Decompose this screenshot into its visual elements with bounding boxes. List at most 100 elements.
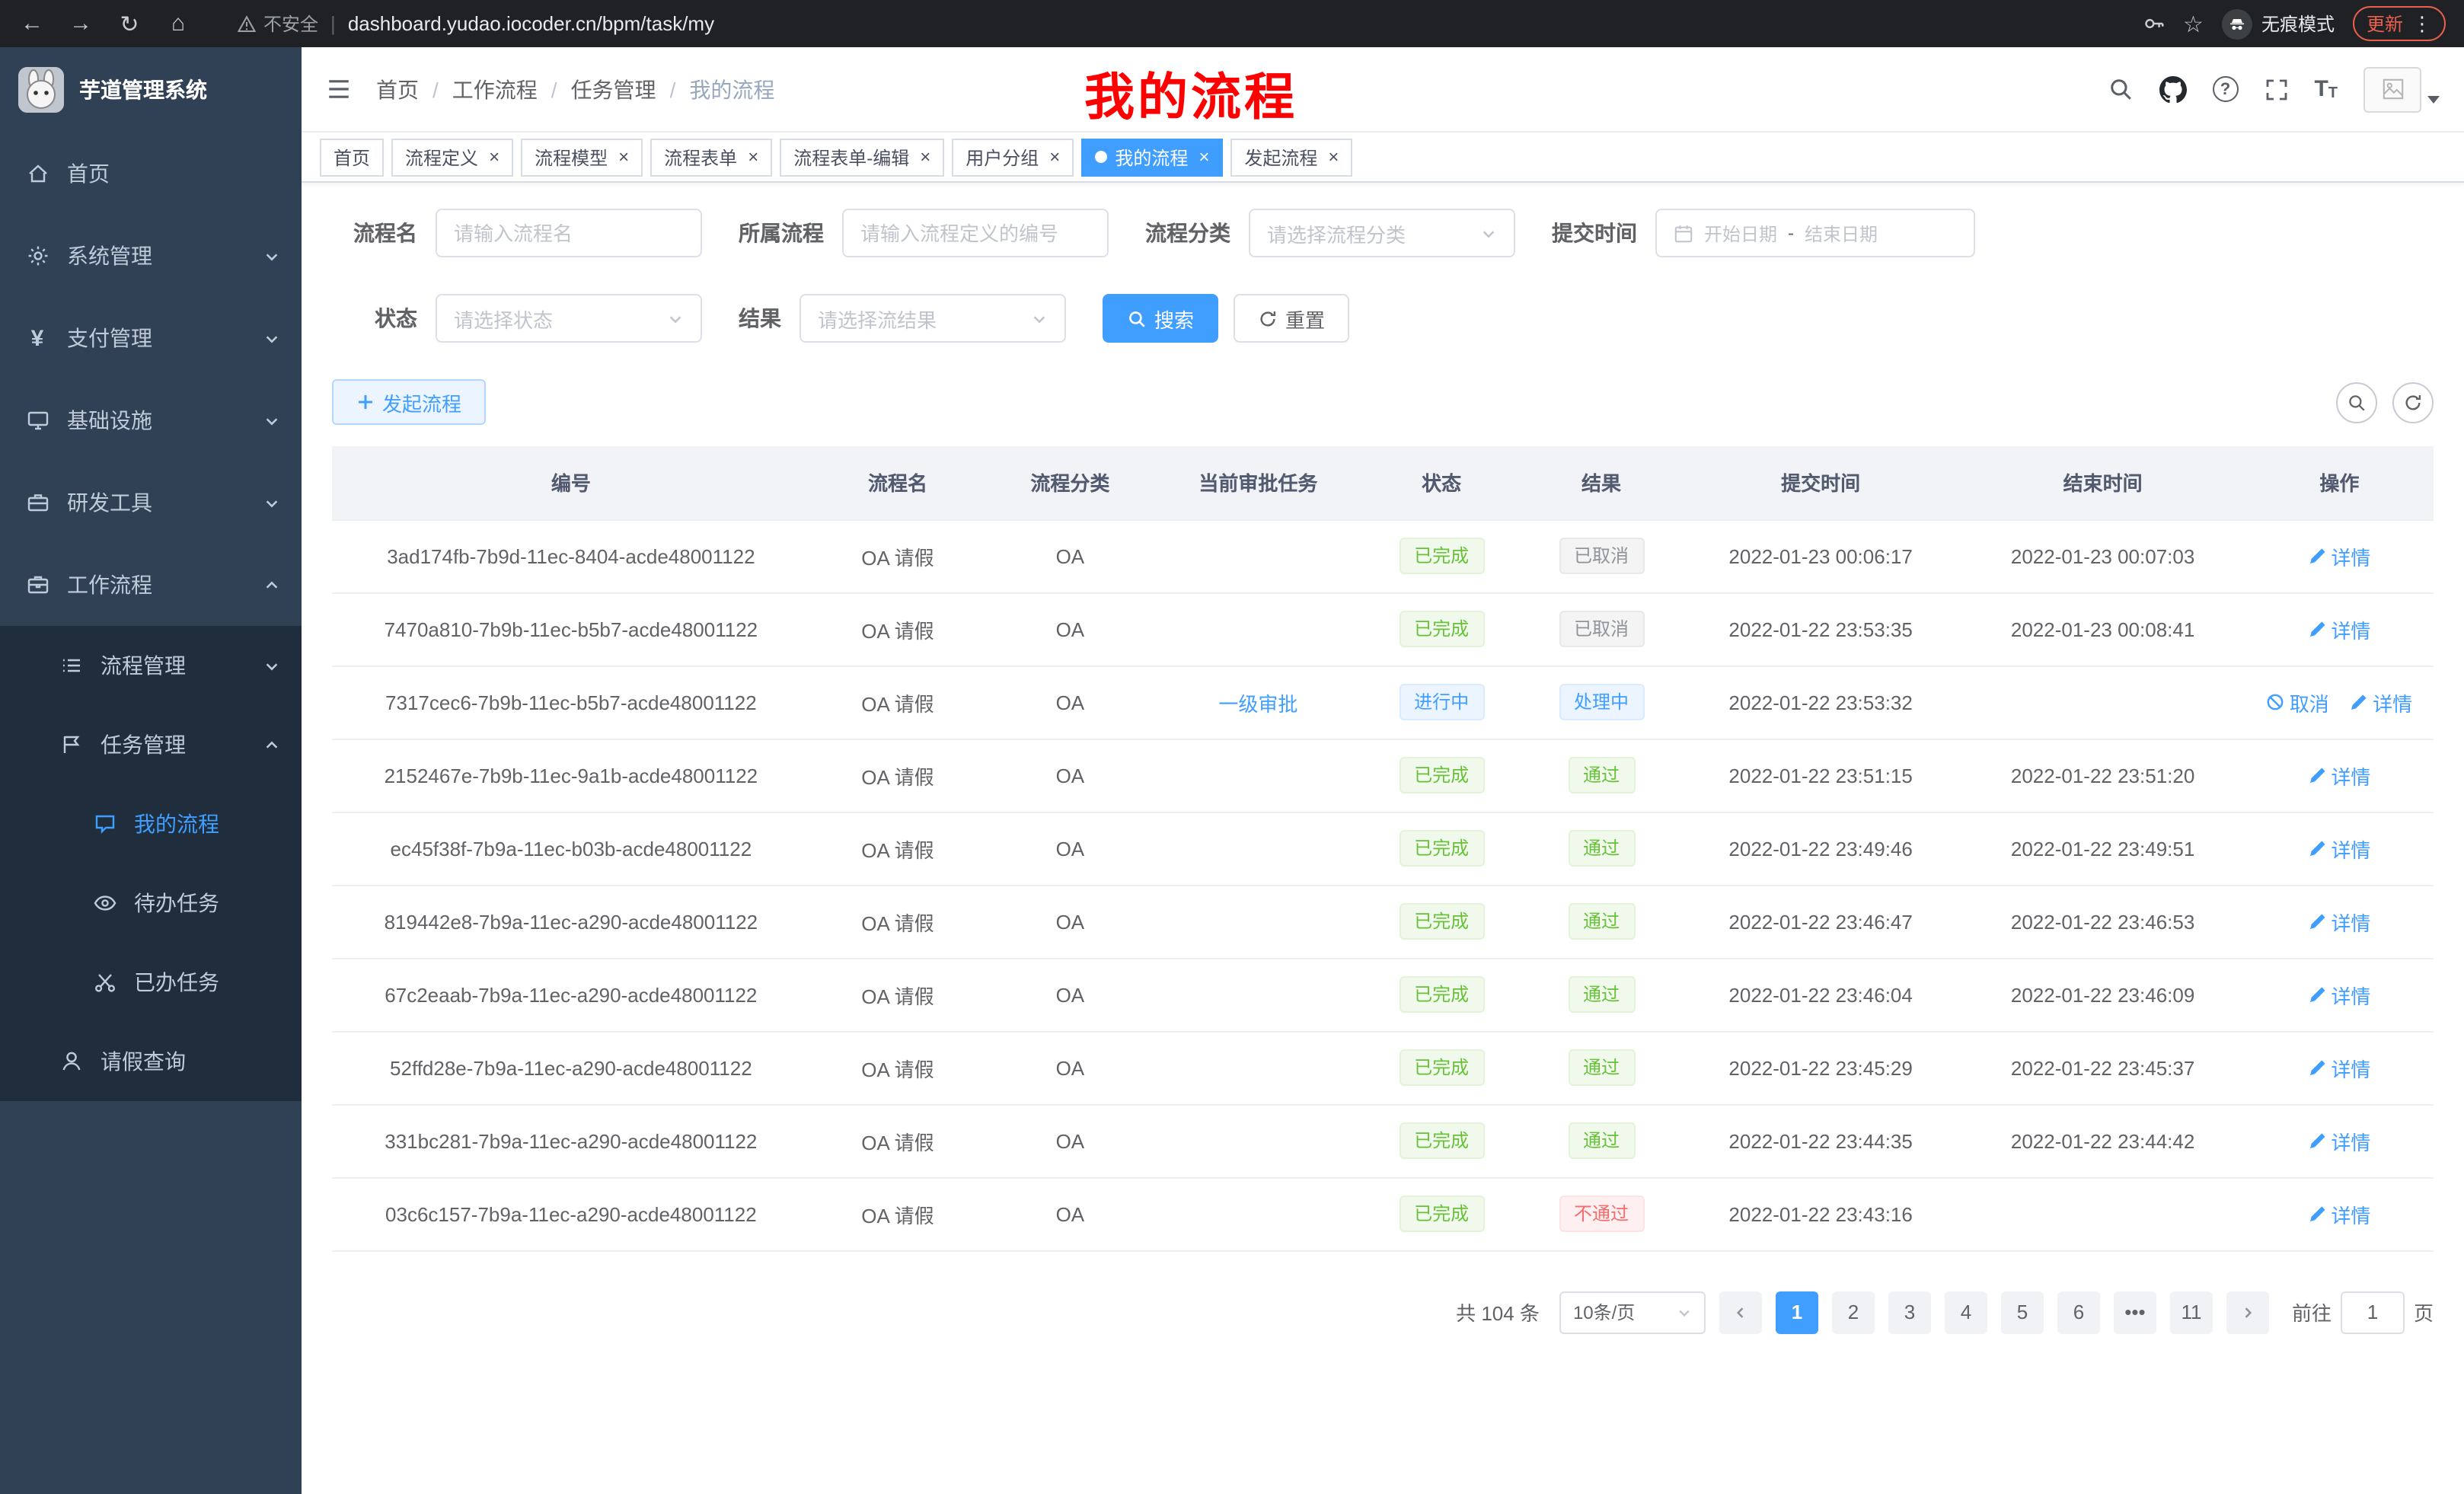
not-secure-warning[interactable]: 不安全 [238, 11, 318, 37]
chevron-down-icon [263, 247, 280, 264]
sidebar-item-done-tasks[interactable]: 已办任务 [0, 943, 302, 1022]
prev-page-button[interactable] [1719, 1291, 1762, 1333]
detail-link[interactable]: 详情 [2308, 1126, 2370, 1155]
detail-link[interactable]: 详情 [2308, 615, 2370, 643]
cell-category: OA [985, 1031, 1154, 1104]
detail-link[interactable]: 详情 [2308, 761, 2370, 790]
reset-button[interactable]: 重置 [1234, 294, 1349, 343]
help-icon[interactable]: ? [2212, 76, 2238, 102]
user-menu[interactable] [2363, 66, 2440, 112]
forward-icon[interactable]: → [67, 10, 94, 37]
sidebar-item-payment[interactable]: ¥ 支付管理 [0, 297, 302, 379]
fullscreen-icon[interactable] [2264, 77, 2288, 101]
close-icon[interactable]: × [1049, 146, 1060, 168]
key-icon[interactable] [2142, 12, 2165, 35]
sidebar-item-todo-tasks[interactable]: 待办任务 [0, 864, 302, 943]
menu-dots-icon[interactable]: ⋮ [2412, 11, 2432, 36]
bookmark-star-icon[interactable]: ☆ [2183, 10, 2204, 37]
font-size-icon[interactable]: TT [2314, 76, 2338, 102]
search-button[interactable]: 搜索 [1103, 294, 1218, 343]
sidebar-item-my-process[interactable]: 我的流程 [0, 784, 302, 864]
url-text: dashboard.yudao.iocoder.cn/bpm/task/my [348, 12, 714, 35]
detail-link[interactable]: 详情 [2350, 688, 2412, 717]
sidebar-item-workflow[interactable]: 工作流程 [0, 544, 302, 626]
detail-link[interactable]: 详情 [2308, 1199, 2370, 1228]
close-icon[interactable]: × [748, 146, 758, 168]
cell-submit-time: 2022-01-23 00:06:17 [1681, 519, 1960, 592]
sidebar-item-process-mgmt[interactable]: 流程管理 [0, 626, 302, 705]
page-button-2[interactable]: 2 [1832, 1291, 1875, 1333]
gear-icon [24, 243, 50, 269]
category-select[interactable]: 请选择流程分类 [1249, 209, 1515, 257]
sidebar-item-system[interactable]: 系统管理 [0, 215, 302, 297]
next-page-button[interactable] [2226, 1291, 2269, 1333]
breadcrumb-workflow[interactable]: 工作流程 [452, 74, 557, 104]
page-size-select[interactable]: 10条/页 [1559, 1291, 1706, 1333]
tab-process-form[interactable]: 流程表单× [650, 138, 772, 176]
filter-row-1: 流程名 所属流程 流程分类 请选择流程分类 [332, 209, 2434, 257]
pagination-ellipsis[interactable]: ••• [2114, 1291, 2156, 1333]
detail-label: 详情 [2331, 541, 2370, 570]
sidebar-item-devtools[interactable]: 研发工具 [0, 461, 302, 544]
detail-link[interactable]: 详情 [2308, 541, 2370, 570]
incognito-profile-chip[interactable]: 无痕模式 [2222, 8, 2335, 39]
page-button-11[interactable]: 11 [2170, 1291, 2213, 1333]
tab-my-process[interactable]: 我的流程× [1081, 138, 1223, 176]
tags-view-bar: 首页 流程定义× 流程模型× 流程表单× 流程表单-编辑× 用户分组× 我的流程… [302, 132, 2464, 183]
close-icon[interactable]: × [618, 146, 629, 168]
show-search-button[interactable] [2336, 381, 2377, 423]
tab-process-model[interactable]: 流程模型× [521, 138, 643, 176]
result-badge: 通过 [1568, 830, 1635, 867]
sidebar-item-home[interactable]: 首页 [0, 132, 302, 215]
tab-process-form-edit[interactable]: 流程表单-编辑× [780, 138, 944, 176]
detail-link[interactable]: 详情 [2308, 1053, 2370, 1082]
sidebar-item-infra[interactable]: 基础设施 [0, 379, 302, 461]
detail-link[interactable]: 详情 [2308, 834, 2370, 863]
col-end-time: 结束时间 [1960, 446, 2245, 519]
close-icon[interactable]: × [1198, 146, 1209, 168]
sidebar-item-leave-query[interactable]: 请假查询 [0, 1022, 302, 1101]
home-icon[interactable]: ⌂ [164, 10, 192, 37]
sidebar-item-task-mgmt[interactable]: 任务管理 [0, 705, 302, 784]
submit-time-range-picker[interactable]: 开始日期 - 结束日期 [1655, 209, 1975, 257]
back-icon[interactable]: ← [18, 10, 46, 37]
cell-category: OA [985, 812, 1154, 885]
tab-user-group[interactable]: 用户分组× [952, 138, 1074, 176]
close-icon[interactable]: × [489, 146, 500, 168]
page-button-5[interactable]: 5 [2001, 1291, 2044, 1333]
github-icon[interactable] [2159, 75, 2186, 103]
refresh-table-button[interactable] [2392, 381, 2434, 423]
tab-home[interactable]: 首页 [320, 138, 384, 176]
current-task-link[interactable]: 一级审批 [1218, 692, 1297, 715]
status-select[interactable]: 请选择状态 [436, 294, 702, 343]
sidebar-collapse-icon[interactable] [326, 76, 352, 102]
tab-start-process[interactable]: 发起流程× [1230, 138, 1352, 176]
result-select[interactable]: 请选择流结果 [800, 294, 1066, 343]
page-button-1[interactable]: 1 [1776, 1291, 1818, 1333]
process-def-input[interactable] [842, 209, 1109, 257]
detail-label: 详情 [2331, 615, 2370, 643]
result-badge: 处理中 [1559, 684, 1644, 720]
scissors-icon [91, 969, 117, 995]
page-button-3[interactable]: 3 [1888, 1291, 1931, 1333]
page-button-4[interactable]: 4 [1945, 1291, 1987, 1333]
update-button[interactable]: 更新 ⋮ [2353, 6, 2446, 41]
start-process-button[interactable]: 发起流程 [332, 379, 486, 425]
select-placeholder: 请选择状态 [454, 304, 553, 333]
search-icon[interactable] [2107, 76, 2133, 102]
detail-link[interactable]: 详情 [2308, 980, 2370, 1009]
edit-icon [2308, 985, 2326, 1004]
tab-process-definition[interactable]: 流程定义× [391, 138, 513, 176]
close-icon[interactable]: × [920, 146, 930, 168]
cell-category: OA [985, 739, 1154, 812]
goto-page-input[interactable] [2341, 1291, 2405, 1333]
breadcrumb-home[interactable]: 首页 [376, 74, 439, 104]
cancel-link[interactable]: 取消 [2267, 688, 2329, 717]
close-icon[interactable]: × [1328, 146, 1339, 168]
reload-icon[interactable]: ↻ [116, 10, 143, 37]
page-button-6[interactable]: 6 [2057, 1291, 2100, 1333]
process-name-input[interactable] [436, 209, 702, 257]
detail-link[interactable]: 详情 [2308, 907, 2370, 936]
address-bar[interactable]: 不安全 | dashboard.yudao.iocoder.cn/bpm/tas… [213, 11, 2121, 37]
breadcrumb-task-mgmt[interactable]: 任务管理 [571, 74, 676, 104]
